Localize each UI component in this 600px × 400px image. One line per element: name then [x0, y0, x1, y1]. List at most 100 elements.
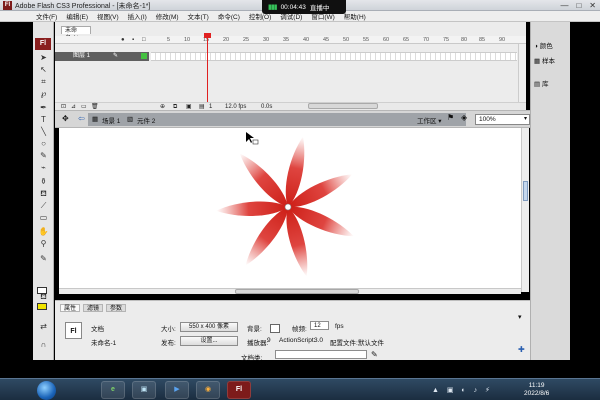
properties-panel: 属性 滤镜 参数 Fl 文档 未命名-1 大小: 550 x 400 像素 发布…: [55, 300, 530, 362]
document-size-button[interactable]: 550 x 400 像素: [180, 322, 238, 332]
signal-bars-icon: ▮▮▮: [268, 4, 278, 11]
frame-track[interactable]: [151, 52, 517, 61]
library-panel-tab[interactable]: ▤ 库: [534, 78, 548, 88]
workspace-menu[interactable]: 工作区 ▾: [417, 115, 442, 125]
tab-properties[interactable]: 属性: [60, 304, 81, 312]
document-class-input[interactable]: [275, 350, 367, 359]
paint-bucket-tool-icon[interactable]: ⛾: [38, 189, 49, 199]
layer-row[interactable]: 图层 1 ✎: [55, 52, 149, 61]
taskbar-flash-icon[interactable]: Fl: [227, 381, 251, 399]
frame-number: 20: [223, 37, 230, 43]
panel-options-icon[interactable]: ▾: [518, 313, 522, 321]
edit-scene-icon[interactable]: ⚑: [447, 113, 454, 122]
frame-rate-input[interactable]: 12: [310, 321, 329, 330]
layer-color-icon[interactable]: [141, 53, 147, 59]
swatches-panel-label: 样本: [541, 58, 555, 65]
eyedropper-tool-icon[interactable]: ⟋: [38, 201, 49, 211]
frame-number: 25: [243, 37, 250, 43]
registration-point: [284, 203, 292, 211]
menu-text[interactable]: 文本(T): [188, 11, 209, 21]
timeline-toggle-icon[interactable]: ✥: [62, 114, 69, 123]
subselection-tool-icon[interactable]: ↖: [38, 65, 49, 75]
menu-file[interactable]: 文件(F): [36, 11, 57, 21]
breadcrumb-scene[interactable]: 场景 1: [102, 115, 120, 125]
swap-colors-icon[interactable]: ⇄: [38, 322, 49, 332]
eye-icon[interactable]: ●: [121, 36, 125, 44]
stage-canvas[interactable]: [59, 128, 521, 288]
workspace-label: 工作区: [417, 118, 437, 125]
pencil-tool-icon[interactable]: ✎: [38, 151, 49, 161]
window-controls: — □ ✕: [560, 0, 596, 11]
close-button[interactable]: ✕: [589, 0, 596, 11]
tab-parameters[interactable]: 参数: [106, 304, 127, 312]
document-class-label: 文档类:: [241, 355, 263, 362]
oval-tool-icon[interactable]: ○: [38, 139, 49, 149]
stage-vertical-scrollbar[interactable]: [521, 128, 529, 292]
taskbar-ie-icon[interactable]: e: [101, 381, 125, 399]
timeline-header: ● ▪ □ 5 10 15 20 25 30 35 40 45 50 55 60…: [55, 36, 526, 44]
menu-insert[interactable]: 插入(I): [128, 11, 147, 21]
menu-commands[interactable]: 命令(C): [218, 11, 240, 21]
start-button[interactable]: [37, 381, 56, 400]
color-panel-tab[interactable]: ◑ 颜色: [534, 40, 553, 50]
symbol-icon: ▧: [127, 116, 134, 123]
snap-magnet-icon[interactable]: ∩: [38, 340, 49, 350]
timeline-footer: ⊡ ⊿ ▭ 🗑 ⊕ ⧉ ▣ ▤ 1 12.0 fps 0.0s: [55, 102, 526, 110]
brush-tool-icon[interactable]: ⌁: [38, 163, 49, 173]
frame-number: 30: [263, 37, 270, 43]
right-panel-dock: ◑ 颜色 ▦ 样本 ▤ 库: [530, 22, 570, 360]
maximize-button[interactable]: □: [576, 0, 581, 11]
document-tab[interactable]: 未命名-1*: [61, 26, 91, 42]
text-tool-icon[interactable]: T: [38, 115, 49, 125]
hand-tool-icon[interactable]: ✋: [38, 227, 49, 237]
tab-filters[interactable]: 滤镜: [83, 304, 104, 312]
frame-number: 60: [383, 37, 390, 43]
menu-edit[interactable]: 编辑(E): [66, 11, 88, 21]
menu-help[interactable]: 帮助(H): [344, 11, 366, 21]
lock-icon[interactable]: ▪: [132, 36, 134, 44]
publish-settings-button[interactable]: 设置...: [180, 336, 238, 346]
edit-symbol-icon[interactable]: ◈: [461, 113, 467, 122]
taskbar-clock[interactable]: 11:19 2022/8/6: [524, 382, 549, 398]
document-name: 未命名-1: [91, 340, 117, 347]
layer-name: 图层 1: [73, 53, 91, 59]
swatches-panel-tab[interactable]: ▦ 样本: [534, 55, 555, 65]
ink-bottle-tool-icon[interactable]: ⚱: [38, 177, 49, 187]
line-tool-icon[interactable]: ╲: [38, 127, 49, 137]
eraser-tool-icon[interactable]: ▭: [38, 213, 49, 223]
flash-logo: Fl: [35, 38, 51, 50]
publish-label: 发布:: [161, 340, 176, 347]
minimize-button[interactable]: —: [560, 0, 568, 11]
playhead[interactable]: [207, 33, 208, 110]
taskbar-recorder-icon[interactable]: ◉: [196, 381, 220, 399]
fill-color-swatch[interactable]: [37, 303, 47, 310]
edit-class-pencil-icon[interactable]: ✎: [371, 350, 378, 359]
taskbar-explorer-icon[interactable]: ▣: [132, 381, 156, 399]
timeline-vertical-scrollbar[interactable]: [518, 44, 526, 102]
pen-tool-icon[interactable]: ✒: [38, 103, 49, 113]
free-transform-tool-icon[interactable]: ⌗: [38, 77, 49, 87]
frame-number: 40: [303, 37, 310, 43]
edit-bar: ✥ ⇦ ▦ 场景 1 ▧ 元件 2 工作区 ▾ ⚑ ◈ 100%: [55, 110, 530, 128]
zoom-tool-icon[interactable]: ⚲: [38, 239, 49, 249]
timeline-horizontal-scrollbar[interactable]: [308, 103, 378, 109]
stage-horizontal-scrollbar[interactable]: [59, 288, 521, 294]
breadcrumb-symbol[interactable]: 元件 2: [137, 115, 155, 125]
system-tray-icons[interactable]: ▲ ▣ ◐ ♪ ⚡: [432, 386, 493, 394]
scrollbar-thumb[interactable]: [235, 289, 359, 294]
selection-tool-icon[interactable]: ➤: [38, 53, 49, 63]
document-icon: Fl: [65, 322, 82, 339]
back-arrow-icon[interactable]: ⇦: [78, 114, 85, 123]
menu-modify[interactable]: 修改(M): [156, 11, 179, 21]
fill-color-icon[interactable]: ⛾: [38, 292, 49, 302]
background-color-swatch[interactable]: [270, 324, 280, 333]
help-icon[interactable]: ✚: [518, 345, 525, 354]
scrollbar-thumb[interactable]: [523, 181, 528, 201]
menu-view[interactable]: 视图(V): [97, 11, 119, 21]
outline-icon[interactable]: □: [142, 36, 146, 44]
recording-indicator: ▮▮▮ 00:04:43 直播中: [262, 0, 346, 14]
zoom-select[interactable]: 100%: [475, 114, 530, 125]
taskbar-media-icon[interactable]: ▶: [165, 381, 189, 399]
lasso-tool-icon[interactable]: ℘: [38, 89, 49, 99]
stroke-color-icon[interactable]: ✎: [38, 254, 49, 264]
